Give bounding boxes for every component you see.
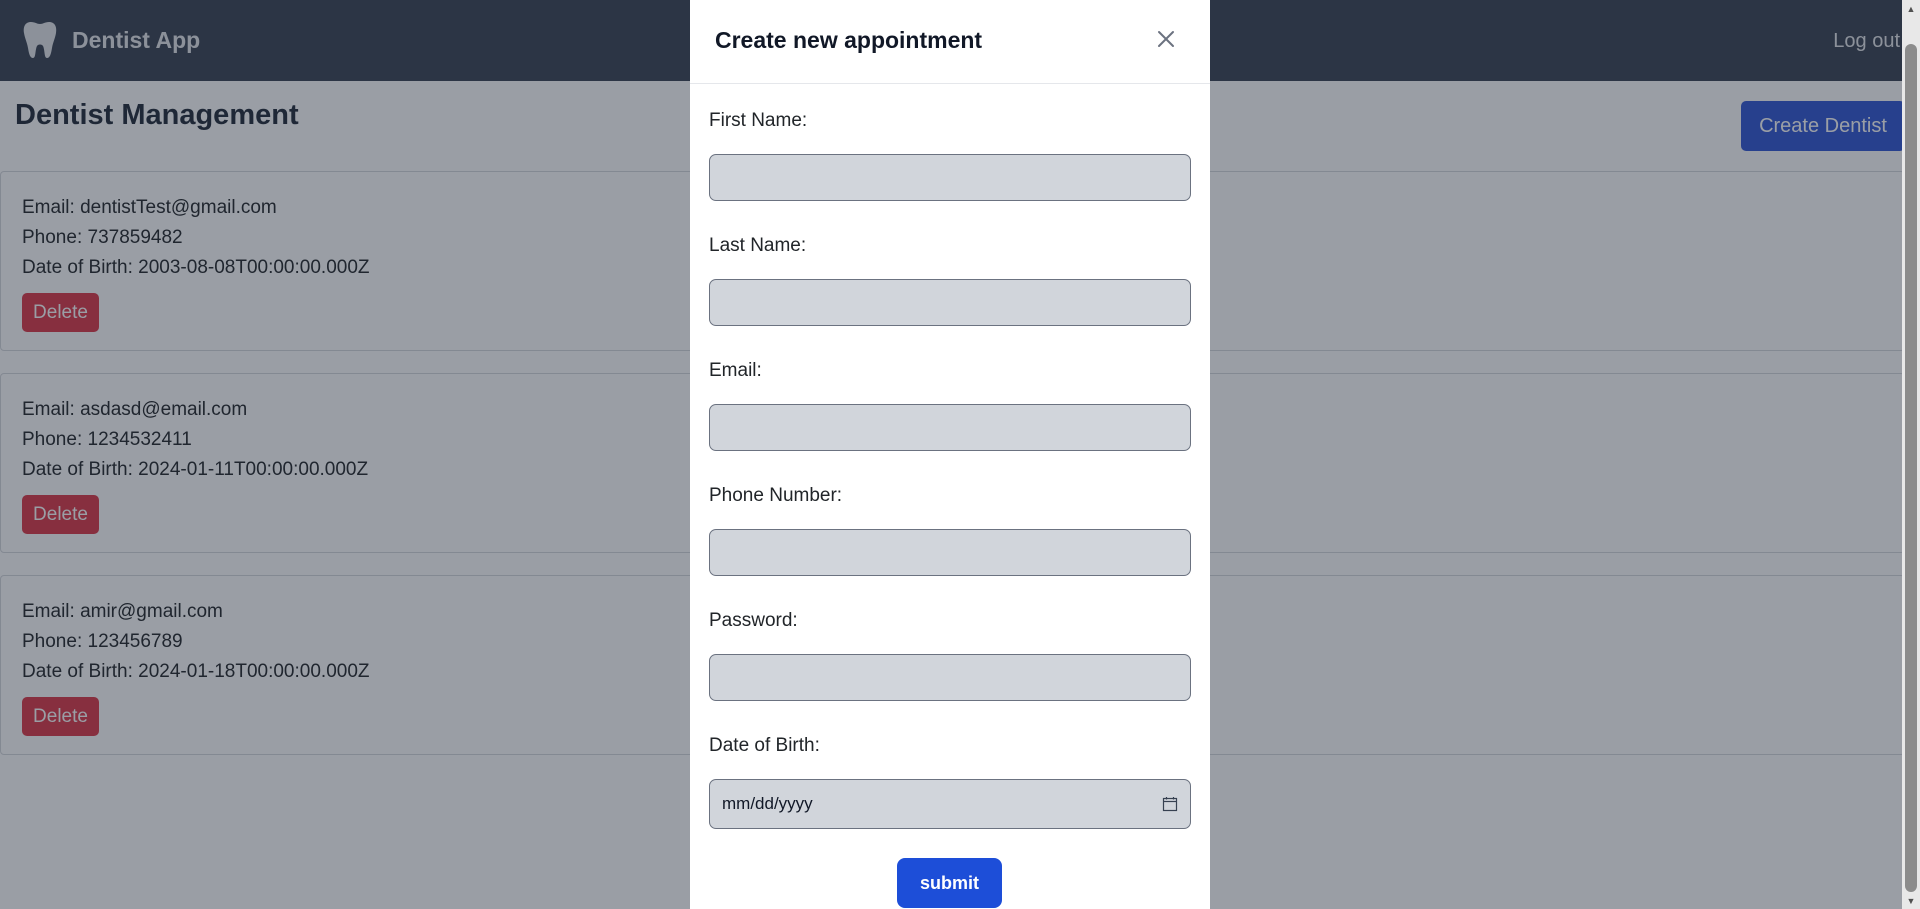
scroll-up-arrow-icon[interactable]: ▲ bbox=[1902, 0, 1920, 17]
scroll-down-arrow-icon[interactable]: ▼ bbox=[1902, 892, 1920, 909]
dob-date-input[interactable]: mm/dd/yyyy bbox=[709, 779, 1191, 829]
password-input[interactable] bbox=[709, 654, 1191, 701]
scroll-thumb[interactable] bbox=[1905, 44, 1917, 892]
phone-number-label: Phone Number: bbox=[709, 485, 843, 506]
modal-header: Create new appointment bbox=[690, 0, 1210, 84]
close-icon bbox=[1158, 31, 1174, 47]
submit-button[interactable]: submit bbox=[897, 858, 1002, 908]
modal-title: Create new appointment bbox=[715, 27, 983, 53]
email-label: Email: bbox=[709, 360, 762, 381]
phone-number-input[interactable] bbox=[709, 529, 1191, 576]
scrollbar[interactable]: ▲ ▼ bbox=[1902, 0, 1920, 909]
first-name-input[interactable] bbox=[709, 154, 1191, 201]
first-name-label: First Name: bbox=[709, 110, 808, 131]
last-name-input[interactable] bbox=[709, 279, 1191, 326]
last-name-label: Last Name: bbox=[709, 235, 807, 256]
dob-placeholder: mm/dd/yyyy bbox=[722, 794, 813, 813]
calendar-icon[interactable] bbox=[1162, 796, 1178, 812]
create-appointment-modal: Create new appointment First Name: Last … bbox=[690, 0, 1210, 909]
close-button[interactable] bbox=[1150, 23, 1182, 55]
dob-label: Date of Birth: bbox=[709, 735, 820, 756]
email-input[interactable] bbox=[709, 404, 1191, 451]
password-label: Password: bbox=[709, 610, 798, 631]
